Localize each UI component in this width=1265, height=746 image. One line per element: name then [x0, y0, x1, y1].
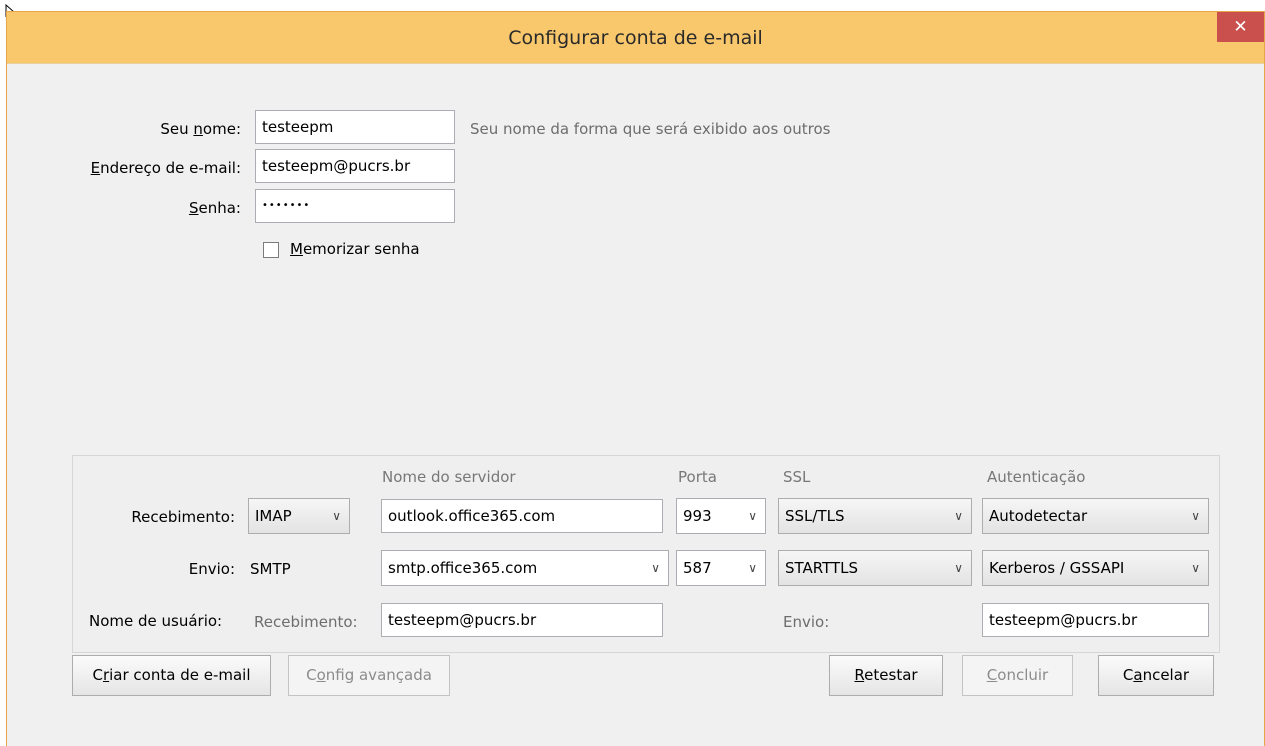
dialog-body: Seu nome: testeepm Seu nome da forma que…: [7, 63, 1264, 746]
password-label: Senha:: [188, 199, 241, 217]
outgoing-hostname-select[interactable]: smtp.office365.com ∨: [381, 550, 669, 586]
incoming-hostname-field[interactable]: outlook.office365.com: [381, 499, 663, 533]
chevron-down-icon: ∨: [748, 509, 757, 523]
remember-password-checkbox[interactable]: [263, 242, 279, 258]
done-button[interactable]: Concluir: [962, 655, 1073, 696]
incoming-username-field[interactable]: testeepm@pucrs.br: [381, 603, 663, 637]
title-bar[interactable]: Configurar conta de e-mail ✕: [7, 12, 1264, 63]
chevron-down-icon: ∨: [954, 509, 963, 523]
chevron-down-icon: ∨: [332, 509, 341, 523]
close-button[interactable]: ✕: [1217, 12, 1264, 42]
name-hint: Seu nome da forma que será exibido aos o…: [470, 120, 831, 138]
incoming-auth-select[interactable]: Autodetectar ∨: [982, 498, 1209, 534]
create-account-button[interactable]: Criar conta de e-mail: [72, 655, 271, 696]
incoming-port-select[interactable]: 993 ∨: [676, 498, 766, 534]
email-field[interactable]: testeepm@pucrs.br: [255, 149, 455, 183]
email-label: Endereço de e-mail:: [90, 159, 241, 177]
outgoing-username-field[interactable]: testeepm@pucrs.br: [982, 603, 1209, 637]
incoming-label: Recebimento:: [131, 508, 235, 526]
outgoing-label: Envio:: [188, 560, 235, 578]
name-label: Seu nome:: [160, 120, 241, 138]
chevron-down-icon: ∨: [1191, 561, 1200, 575]
retest-button[interactable]: Retestar: [829, 655, 943, 696]
chevron-down-icon: ∨: [748, 561, 757, 575]
username-outgoing-label: Envio:: [783, 613, 830, 631]
username-incoming-label: Recebimento:: [254, 613, 358, 631]
chevron-down-icon: ∨: [651, 561, 660, 575]
outgoing-port-select[interactable]: 587 ∨: [676, 550, 766, 586]
password-field[interactable]: •••••••: [255, 189, 455, 223]
chevron-down-icon: ∨: [1191, 509, 1200, 523]
name-field[interactable]: testeepm: [255, 110, 455, 144]
remember-password-label[interactable]: Memorizar senha: [290, 240, 420, 258]
auth-column-header: Autenticação: [987, 468, 1086, 486]
outgoing-auth-select[interactable]: Kerberos / GSSAPI ∨: [982, 550, 1209, 586]
incoming-ssl-select[interactable]: SSL/TLS ∨: [778, 498, 972, 534]
close-icon: ✕: [1233, 17, 1248, 37]
incoming-protocol-select[interactable]: IMAP ∨: [248, 498, 350, 534]
hostname-column-header: Nome do servidor: [382, 468, 516, 486]
advanced-config-button[interactable]: Config avançada: [288, 655, 450, 696]
dialog-title: Configurar conta de e-mail: [508, 27, 763, 49]
email-setup-dialog: Configurar conta de e-mail ✕ Seu nome: t…: [6, 11, 1265, 746]
cancel-button[interactable]: Cancelar: [1098, 655, 1214, 696]
outgoing-protocol: SMTP: [250, 560, 291, 578]
port-column-header: Porta: [678, 468, 717, 486]
ssl-column-header: SSL: [783, 468, 811, 486]
username-label: Nome de usuário:: [89, 612, 223, 630]
server-settings-group: Nome do servidor Porta SSL Autenticação …: [72, 455, 1220, 653]
chevron-down-icon: ∨: [954, 561, 963, 575]
outgoing-ssl-select[interactable]: STARTTLS ∨: [778, 550, 972, 586]
